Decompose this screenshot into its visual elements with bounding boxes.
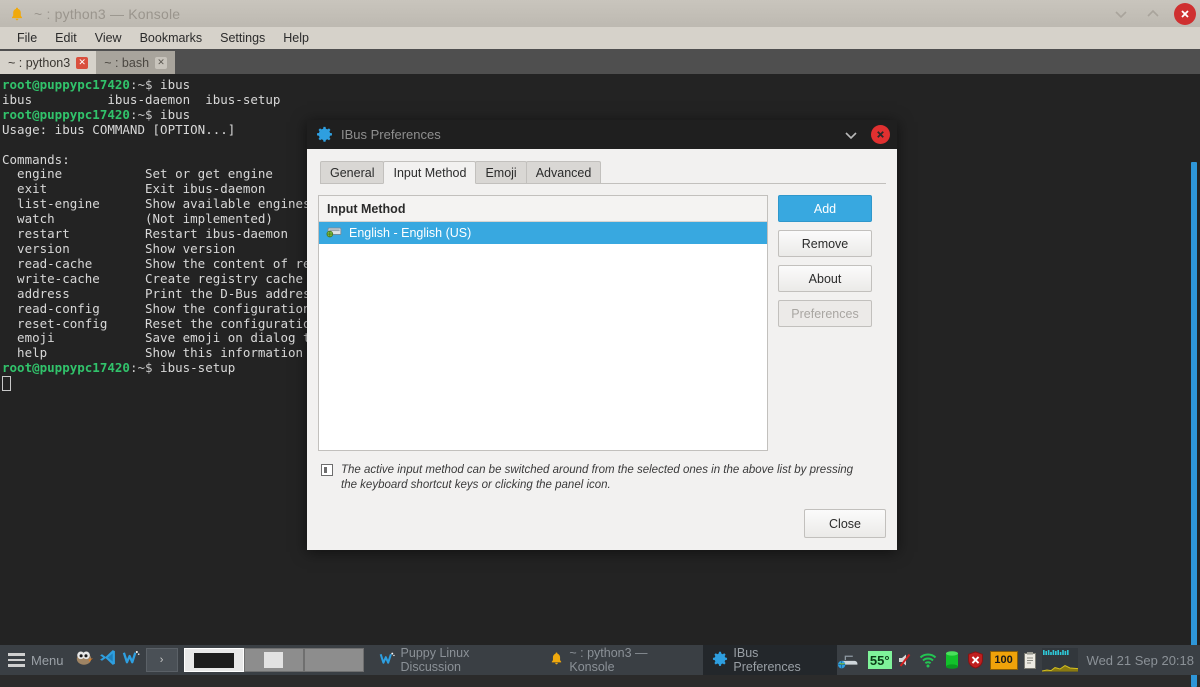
taskbar-window-konsole[interactable]: ~ : python3 — Konsole — [540, 645, 703, 675]
menu-edit[interactable]: Edit — [46, 29, 86, 47]
hamburger-icon — [8, 653, 25, 667]
taskbar-window-list: Puppy Linux Discussion ~ : python3 — Kon… — [370, 645, 837, 675]
taskbar-window-label: Puppy Linux Discussion — [400, 646, 470, 674]
konsole-tabbar: ~ : python3 ✕ ~ : bash ✕ — [0, 49, 1200, 74]
input-method-panel: Input Method English - English (US) Add … — [318, 195, 886, 451]
volume-muted-icon[interactable] — [897, 645, 913, 675]
vscode-icon — [98, 648, 117, 672]
bell-icon — [6, 3, 28, 25]
w-browser-icon — [379, 650, 396, 670]
hint-text: The active input method can be switched … — [341, 464, 854, 492]
close-icon[interactable] — [1174, 2, 1196, 25]
desktop-pager[interactable] — [183, 647, 364, 673]
minimize-icon[interactable] — [843, 127, 859, 143]
keyboard-icon — [326, 225, 343, 241]
start-menu-button[interactable]: Menu — [0, 645, 72, 675]
minimize-icon[interactable] — [1110, 3, 1132, 25]
konsole-menubar: File Edit View Bookmarks Settings Help — [0, 27, 1200, 49]
close-dialog-button[interactable]: Close — [804, 509, 886, 538]
remove-button[interactable]: Remove — [778, 230, 872, 257]
tab-bash-close-icon[interactable]: ✕ — [155, 56, 168, 69]
desktop-3[interactable] — [303, 648, 364, 672]
taskbar-window-label: IBus Preferences — [733, 646, 801, 674]
tab-emoji[interactable]: Emoji — [475, 161, 527, 183]
konsole-title: ~ : python3 — Konsole — [34, 5, 181, 22]
menu-settings[interactable]: Settings — [211, 29, 274, 47]
menu-file[interactable]: File — [8, 29, 46, 47]
add-button[interactable]: Add — [778, 195, 872, 222]
clipboard-icon[interactable] — [1023, 645, 1037, 675]
cpu-graph-icon[interactable] — [1041, 645, 1078, 675]
tab-bash-label: ~ : bash — [104, 55, 150, 70]
terminal-scrollbar-thumb[interactable] — [1191, 162, 1197, 687]
start-menu-label: Menu — [31, 652, 64, 668]
gear-icon — [314, 125, 334, 145]
shield-icon[interactable] — [966, 645, 985, 675]
terminal-scrollbar-track[interactable] — [1187, 74, 1200, 687]
tab-python3-close-icon[interactable]: ✕ — [76, 56, 89, 69]
launcher-vscode[interactable] — [96, 645, 120, 675]
tab-python3[interactable]: ~ : python3 ✕ — [0, 51, 97, 74]
input-method-list[interactable]: Input Method English - English (US) — [318, 195, 768, 451]
gear-icon — [712, 651, 728, 670]
launcher-w-browser[interactable] — [120, 645, 144, 675]
menu-bookmarks[interactable]: Bookmarks — [131, 29, 212, 47]
konsole-window-buttons — [1110, 0, 1196, 27]
input-method-list-header: Input Method — [319, 196, 767, 222]
chevron-right-icon: › — [159, 654, 164, 666]
konsole-titlebar[interactable]: ~ : python3 — Konsole — [0, 0, 1200, 27]
desktop-1[interactable] — [183, 648, 244, 672]
ibus-title: IBus Preferences — [341, 127, 441, 142]
menu-view[interactable]: View — [86, 29, 131, 47]
disk-icon[interactable] — [943, 645, 961, 675]
tab-general[interactable]: General — [320, 161, 385, 183]
ibus-dialog-body: General Input Method Emoji Advanced Inpu… — [307, 149, 897, 550]
list-item-label: English - English (US) — [349, 226, 472, 240]
close-icon[interactable] — [871, 125, 890, 144]
expand-launchers-button[interactable]: › — [145, 648, 178, 672]
desktop-2[interactable] — [243, 648, 304, 672]
tab-bash[interactable]: ~ : bash ✕ — [96, 51, 176, 74]
launcher-gimp[interactable] — [72, 645, 96, 675]
taskbar-window-ibus-preferences[interactable]: IBus Preferences — [703, 645, 837, 675]
taskbar-window-label: ~ : python3 — Konsole — [569, 646, 648, 674]
ibus-titlebar[interactable]: IBus Preferences — [307, 120, 897, 149]
system-tray: 55° 100 Wed 21 Sep 20:18 — [837, 645, 1200, 675]
menu-help[interactable]: Help — [274, 29, 318, 47]
taskbar-window-puppy-linux-discussion[interactable]: Puppy Linux Discussion — [370, 645, 541, 675]
preferences-button: Preferences — [778, 300, 872, 327]
tab-python3-label: ~ : python3 — [8, 55, 71, 70]
ibus-footer: Close — [804, 509, 886, 538]
ibus-preferences-dialog: IBus Preferences General Input Method Em… — [307, 120, 897, 550]
hint-area: The active input method can be switched … — [318, 463, 886, 493]
list-item[interactable]: English - English (US) — [319, 222, 767, 244]
ibus-tabstrip: General Input Method Emoji Advanced — [320, 160, 886, 184]
about-button[interactable]: About — [778, 265, 872, 292]
network-globe-icon[interactable] — [837, 645, 863, 675]
gimp-icon — [74, 649, 94, 672]
taskbar: Menu › Puppy Linux Discussion ~: python… — [0, 645, 1200, 675]
ibus-window-buttons — [843, 120, 890, 149]
battery-value: 100 — [989, 650, 1018, 670]
w-browser-icon — [122, 648, 141, 672]
temperature-value: 55° — [867, 651, 892, 669]
input-method-buttons: Add Remove About Preferences — [778, 195, 872, 451]
temperature-badge[interactable]: 55° — [867, 645, 892, 675]
clock[interactable]: Wed 21 Sep 20:18 — [1083, 653, 1196, 668]
info-icon — [320, 463, 334, 482]
tab-input-method[interactable]: Input Method — [383, 161, 477, 184]
wifi-icon[interactable] — [918, 645, 938, 675]
maximize-icon[interactable] — [1142, 3, 1164, 25]
bell-icon — [549, 651, 564, 669]
tab-advanced[interactable]: Advanced — [525, 161, 602, 183]
battery-icon[interactable]: 100 — [989, 645, 1018, 675]
